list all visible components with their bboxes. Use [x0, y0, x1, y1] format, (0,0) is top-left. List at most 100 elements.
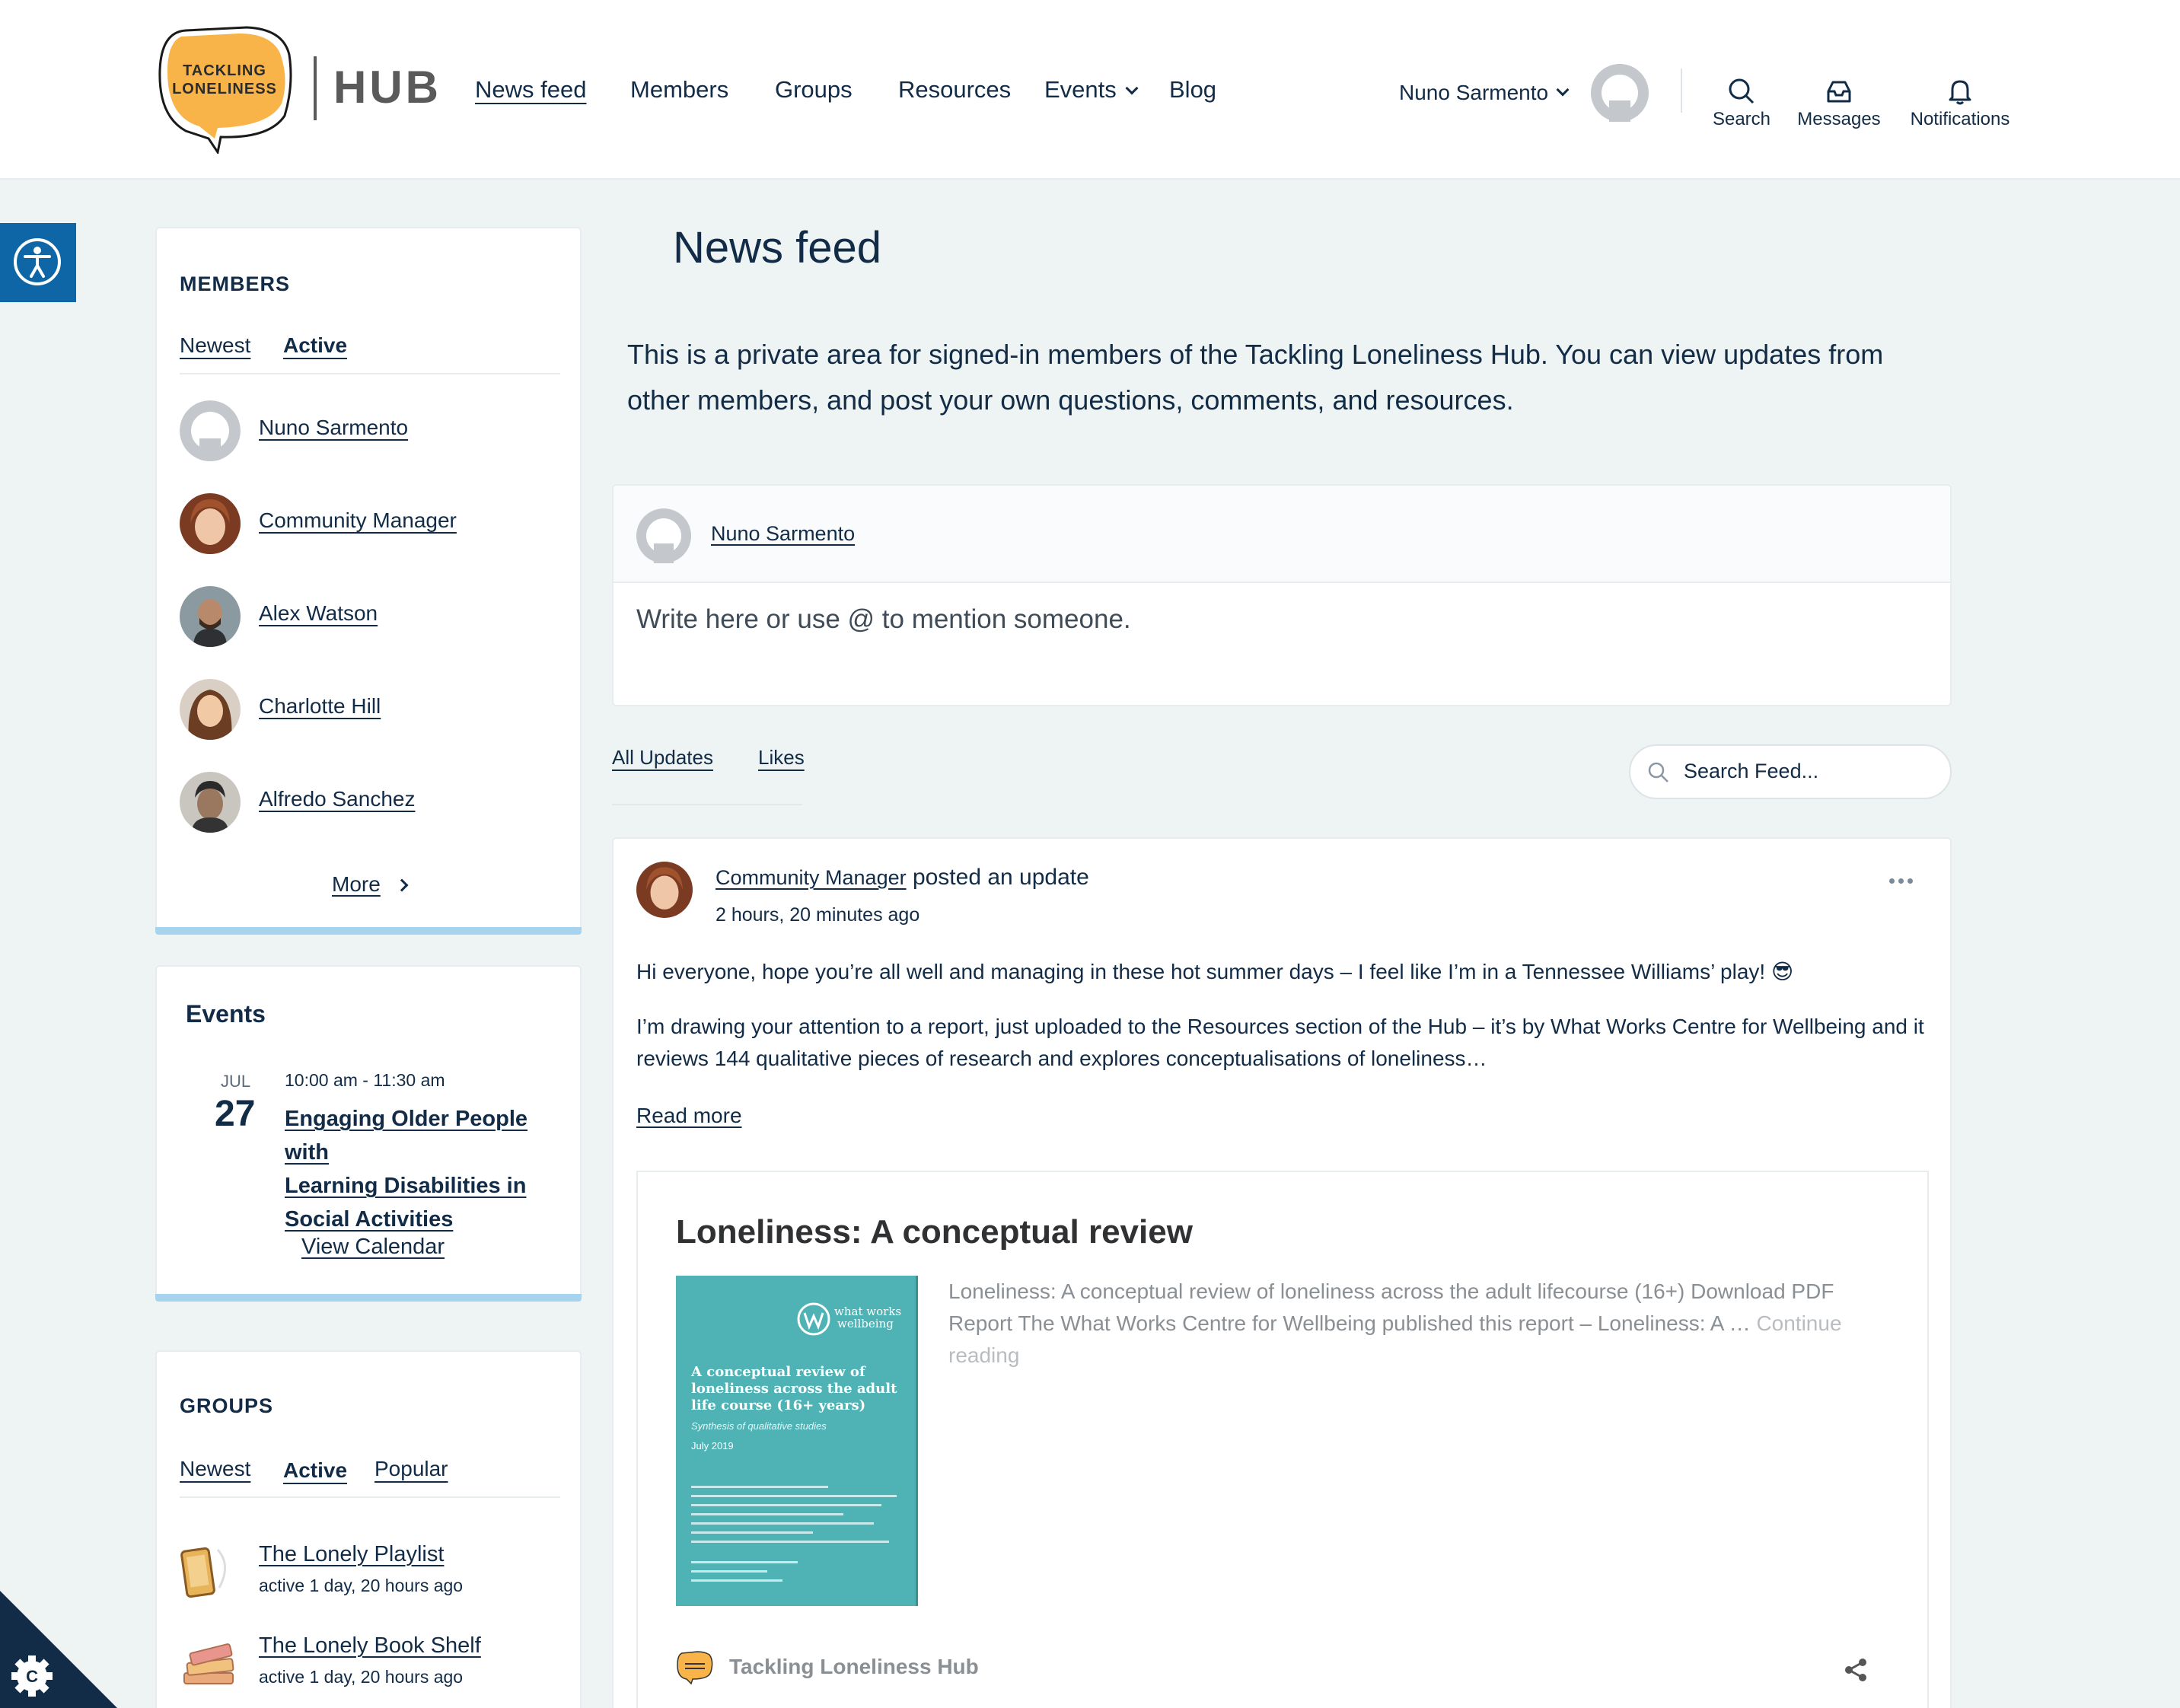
list-item[interactable]: The Lonely Playlist active 1 day, 20 hou…: [180, 1542, 560, 1611]
user-menu-name[interactable]: Nuno Sarmento: [1399, 78, 1548, 108]
tab-divider: [180, 373, 560, 374]
nav-blog[interactable]: Blog: [1169, 73, 1216, 107]
logo-hub-text: HUB: [333, 62, 441, 113]
continue-reading-link[interactable]: Continue: [1756, 1311, 1841, 1335]
chevron-right-icon: [395, 878, 409, 892]
cover-fine-print: [691, 1486, 897, 1582]
view-calendar-link[interactable]: View Calendar: [301, 1235, 445, 1260]
composer-input[interactable]: Write here or use @ to mention someone.: [636, 604, 1131, 635]
cover-heading-line: loneliness across the adult: [691, 1381, 897, 1397]
event-time: 10:00 am - 11:30 am: [285, 1070, 445, 1090]
event-title-line: Engaging Older People with: [285, 1107, 528, 1165]
nav-events-label: Events: [1044, 76, 1117, 103]
tab-divider: [180, 1496, 560, 1498]
search-icon: [1648, 762, 1668, 782]
accessibility-icon: [14, 238, 61, 285]
group-activity: active 1 day, 20 hours ago: [259, 1576, 464, 1595]
nav-groups[interactable]: Groups: [775, 73, 853, 107]
post-author-link[interactable]: Community Manager: [716, 866, 907, 889]
avatar: [636, 508, 691, 563]
group-name[interactable]: The Lonely Book Shelf: [259, 1633, 481, 1659]
post-composer[interactable]: Nuno Sarmento Write here or use @ to men…: [612, 484, 1952, 706]
link-preview-title[interactable]: Loneliness: A conceptual review: [676, 1213, 1193, 1251]
composer-user-name[interactable]: Nuno Sarmento: [711, 522, 855, 546]
site-logo[interactable]: TACKLING LONELINESS: [155, 24, 294, 155]
excerpt-line: Loneliness: A conceptual review of lonel…: [948, 1279, 1834, 1303]
header-separator: [1681, 69, 1682, 113]
feed-tab-all-updates[interactable]: All Updates: [612, 746, 713, 770]
search-icon: [1729, 78, 1755, 104]
messages-button[interactable]: Messages: [1793, 76, 1885, 131]
nav-resources[interactable]: Resources: [898, 73, 1011, 107]
cookie-settings-button[interactable]: C: [0, 1591, 117, 1708]
groups-tab-newest[interactable]: Newest: [180, 1457, 250, 1481]
member-name[interactable]: Charlotte Hill: [259, 694, 381, 719]
member-name[interactable]: Nuno Sarmento: [259, 416, 408, 440]
event-title-line: Social Activities: [285, 1207, 454, 1232]
list-item[interactable]: Alfredo Sanchez: [180, 772, 545, 836]
chevron-down-icon: [1125, 81, 1139, 95]
list-item[interactable]: Community Manager: [180, 493, 545, 557]
event-title-link[interactable]: Engaging Older People with Learning Disa…: [285, 1102, 574, 1236]
events-widget-title: Events: [186, 1000, 266, 1028]
members-widget-title: MEMBERS: [180, 272, 291, 295]
nav-events[interactable]: Events: [1044, 73, 1139, 107]
event-title-line: Learning Disabilities in: [285, 1174, 527, 1198]
members-tab-active[interactable]: Active: [283, 333, 347, 358]
cover-subtitle: Synthesis of qualitative studies: [691, 1420, 827, 1432]
avatar[interactable]: [636, 862, 693, 918]
continue-reading-link[interactable]: reading: [948, 1340, 1900, 1372]
member-name[interactable]: Community Manager: [259, 508, 457, 533]
notifications-label: Notifications: [1910, 109, 2010, 129]
share-icon[interactable]: [1842, 1656, 1869, 1684]
members-more-link[interactable]: More: [332, 872, 409, 897]
groups-tab-active[interactable]: Active: [283, 1458, 347, 1483]
events-widget: Events JUL 27 10:00 am - 11:30 am Engagi…: [155, 965, 582, 1302]
cover-heading-line: A conceptual review of: [691, 1364, 865, 1380]
nav-members[interactable]: Members: [630, 73, 728, 107]
member-name[interactable]: Alex Watson: [259, 601, 378, 626]
inbox-icon: [1827, 81, 1851, 103]
search-button[interactable]: Search: [1705, 76, 1778, 131]
phone-music-icon: [180, 1547, 226, 1598]
bell-icon: [1949, 80, 1971, 105]
group-activity: active 1 day, 20 hours ago: [259, 1667, 464, 1687]
list-item[interactable]: Alex Watson: [180, 586, 545, 650]
page-title: News feed: [673, 223, 882, 272]
post-timestamp[interactable]: 2 hours, 20 minutes ago: [716, 904, 919, 926]
messages-label: Messages: [1797, 109, 1881, 129]
members-tab-newest[interactable]: Newest: [180, 333, 250, 358]
feed-search-input[interactable]: Search Feed...: [1629, 744, 1952, 799]
widget-accent-bar: [155, 927, 582, 935]
logo-text-line1: TACKLING: [183, 62, 266, 79]
chevron-down-icon[interactable]: [1556, 83, 1570, 97]
groups-tab-popular[interactable]: Popular: [374, 1457, 448, 1481]
feed-tab-likes[interactable]: Likes: [758, 746, 805, 770]
link-preview-excerpt: Loneliness: A conceptual review of lonel…: [948, 1276, 1900, 1372]
notifications-button[interactable]: Notifications: [1903, 76, 2017, 131]
members-widget: MEMBERS Newest Active Nuno Sarmento Comm…: [155, 227, 582, 935]
avatar[interactable]: [1591, 64, 1649, 122]
list-item[interactable]: The Lonely Book Shelf active 1 day, 20 h…: [180, 1633, 560, 1702]
search-label: Search: [1712, 109, 1771, 129]
post-paragraph: Hi everyone, hope you’re all well and ma…: [636, 960, 1794, 983]
gear-icon: C: [11, 1655, 53, 1697]
cover-brand: wellbeing: [837, 1317, 894, 1330]
more-options-icon[interactable]: [1889, 874, 1917, 887]
report-cover-image[interactable]: what works wellbeing A conceptual review…: [676, 1276, 918, 1606]
list-item[interactable]: Nuno Sarmento: [180, 400, 545, 464]
event-month: JUL: [221, 1072, 251, 1091]
books-icon: [183, 1643, 234, 1684]
list-item[interactable]: Charlotte Hill: [180, 679, 545, 743]
read-more-link[interactable]: Read more: [636, 1104, 742, 1128]
svg-text:C: C: [26, 1667, 38, 1686]
group-name[interactable]: The Lonely Playlist: [259, 1542, 444, 1567]
link-preview-card[interactable]: Loneliness: A conceptual review what wor…: [636, 1171, 1929, 1708]
site-name: Tackling Loneliness Hub: [729, 1655, 979, 1678]
nav-news-feed[interactable]: News feed: [475, 73, 586, 107]
site-icon: [676, 1650, 714, 1685]
post-header: Community Manager posted an update: [716, 865, 1089, 891]
member-name[interactable]: Alfredo Sanchez: [259, 787, 415, 811]
accessibility-toggle[interactable]: [0, 223, 76, 302]
logo-text-line2: LONELINESS: [172, 81, 277, 97]
